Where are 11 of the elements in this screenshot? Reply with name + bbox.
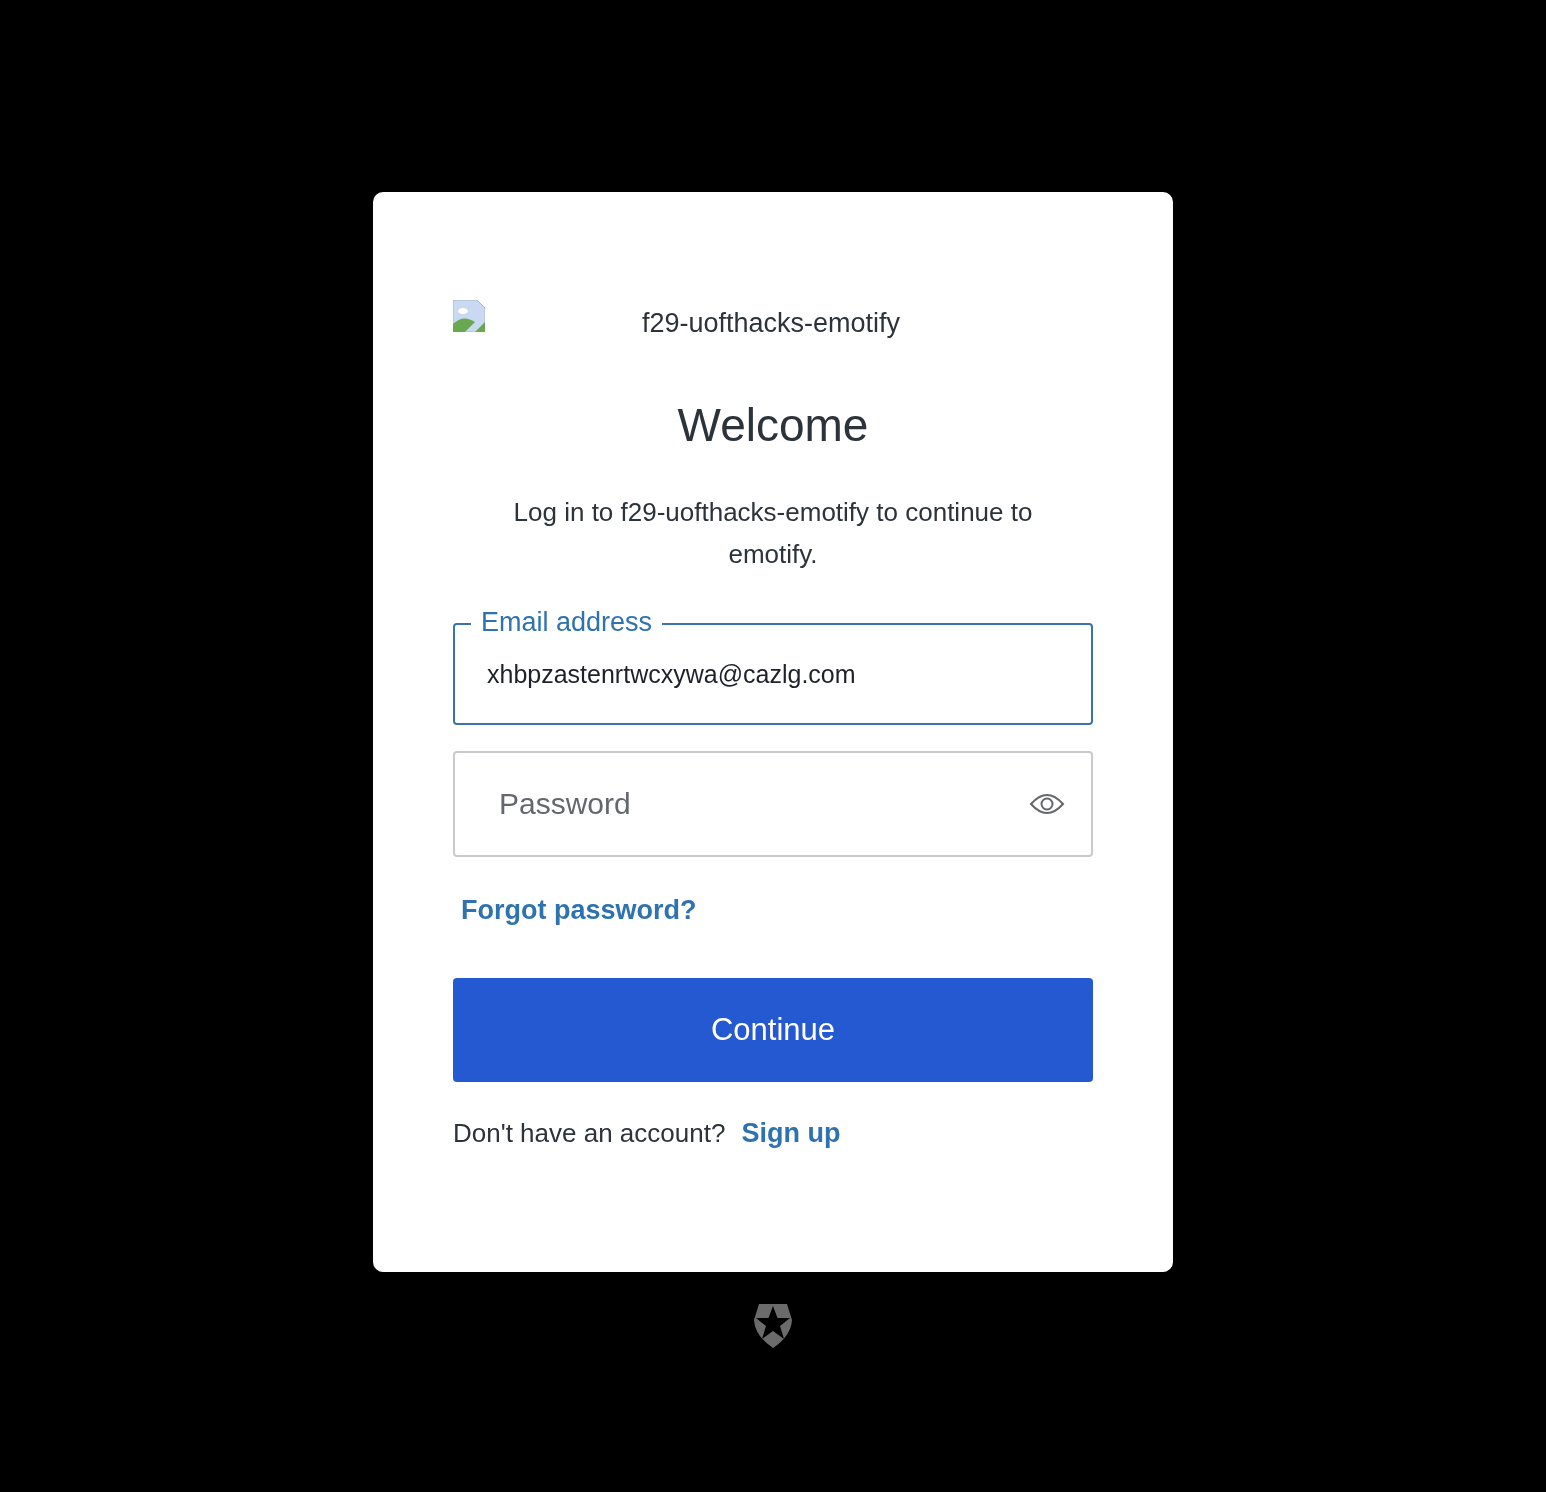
signup-prompt: Don't have an account?	[453, 1118, 726, 1150]
eye-icon[interactable]	[1029, 792, 1065, 817]
signup-link[interactable]: Sign up	[741, 1118, 841, 1150]
password-field[interactable]: Password	[453, 751, 1093, 858]
welcome-heading: Welcome	[676, 398, 870, 453]
description: Log in to f29-uofthacks-emotify to continue to emotify.	[512, 496, 1034, 572]
shield-star-logo	[753, 1302, 793, 1348]
broken-image-icon	[453, 300, 485, 332]
forgot-password-link[interactable]: Forgot password?	[461, 895, 697, 926]
app-name: f29-uofthacks-emotify	[642, 308, 901, 339]
continue-button[interactable]: Continue	[453, 978, 1093, 1083]
